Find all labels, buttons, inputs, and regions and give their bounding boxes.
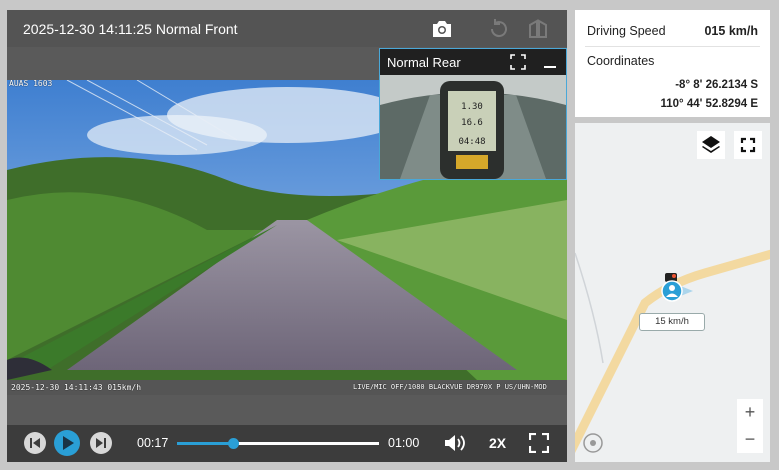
zoom-in-button[interactable]: + <box>737 399 763 426</box>
pip-label: Normal Rear <box>387 55 461 70</box>
layers-icon <box>702 136 720 153</box>
playback-controls: 00:17 01:00 2X <box>7 425 567 462</box>
latitude-value: -8° 8' 26.2134 S <box>675 79 758 91</box>
compass-icon[interactable] <box>582 432 604 454</box>
svg-text:04:48: 04:48 <box>458 137 485 147</box>
speed-label: Driving Speed <box>587 24 666 38</box>
volume-icon[interactable] <box>444 433 466 453</box>
video-player: 2025-12-30 14:11:25 Normal Front AUAS 16… <box>7 10 567 462</box>
fullscreen-icon[interactable] <box>529 433 549 453</box>
map-fullscreen-button[interactable] <box>734 131 762 159</box>
duration: 01:00 <box>388 436 420 450</box>
map-speed-tag: 15 km/h <box>639 313 705 331</box>
osd-device-info: LIVE/MIC OFF/1080 BLACKVUE DR970X P US/U… <box>353 383 547 391</box>
previous-icon[interactable] <box>23 431 47 455</box>
vehicle-marker-icon[interactable] <box>659 273 695 305</box>
video-title: 2025-12-30 14:11:25 Normal Front <box>23 21 238 37</box>
layers-button[interactable] <box>697 131 725 159</box>
map-fullscreen-icon <box>740 137 756 153</box>
divider <box>585 46 760 47</box>
player-top-bar: 2025-12-30 14:11:25 Normal Front <box>7 10 567 47</box>
seek-handle[interactable] <box>228 438 240 449</box>
zoom-controls: + − <box>737 399 763 453</box>
rotate-icon[interactable] <box>487 17 511 41</box>
next-icon[interactable] <box>89 431 113 455</box>
current-time: 00:17 <box>137 436 169 450</box>
minimize-icon[interactable] <box>542 54 558 70</box>
pip-header: Normal Rear <box>380 49 566 75</box>
svg-text:16.6: 16.6 <box>461 118 483 128</box>
playback-rate-button[interactable]: 2X <box>489 435 506 451</box>
speed-value: 015 km/h <box>704 24 758 38</box>
map-panel[interactable]: 15 km/h + − <box>575 123 770 462</box>
osd-timestamp: 2025-12-30 14:11:43 015km/h <box>11 383 142 392</box>
rear-camera-pip[interactable]: Normal Rear 1.30 16.6 04:48 <box>379 48 567 180</box>
svg-text:1.30: 1.30 <box>461 102 483 112</box>
flip-icon[interactable] <box>526 17 550 41</box>
coordinates-label: Coordinates <box>587 54 655 68</box>
seek-progress <box>177 442 234 445</box>
osd-top-label: AUAS 1603 <box>9 80 53 88</box>
longitude-value: 110° 44' 52.8294 E <box>660 98 758 110</box>
zoom-out-button[interactable]: − <box>737 426 763 453</box>
expand-icon[interactable] <box>510 54 526 70</box>
rear-camera-view: 1.30 16.6 04:48 <box>380 75 566 179</box>
play-icon[interactable] <box>53 429 81 457</box>
info-panel: Driving Speed 015 km/h Coordinates -8° 8… <box>575 10 770 117</box>
camera-icon[interactable] <box>430 17 454 41</box>
